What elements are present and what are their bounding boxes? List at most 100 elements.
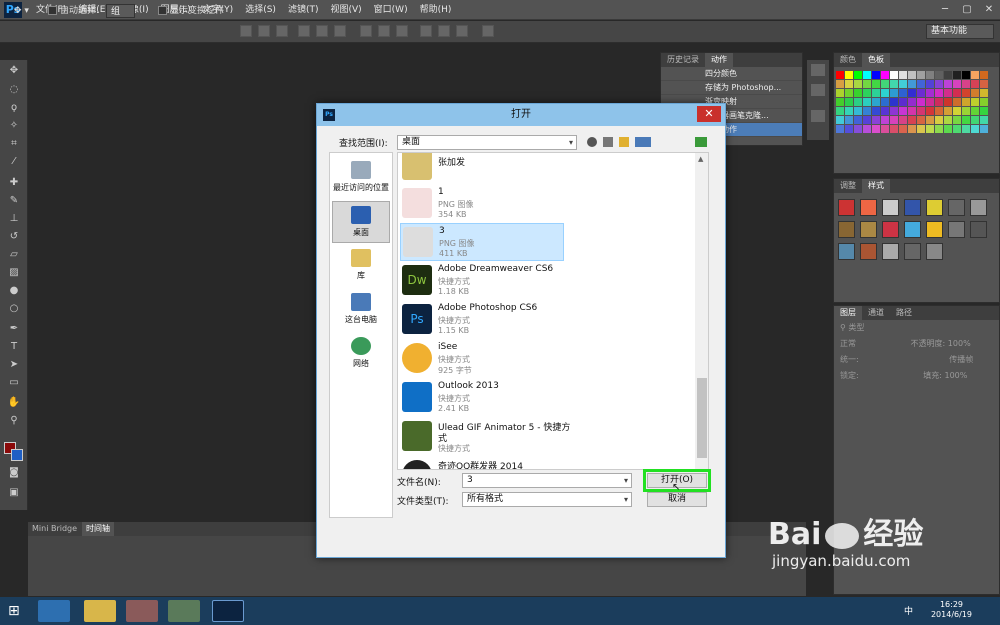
swatch[interactable] bbox=[872, 125, 880, 133]
swatch[interactable] bbox=[944, 80, 952, 88]
look-in-dropdown[interactable]: 桌面 ▾ bbox=[397, 135, 577, 150]
swatch[interactable] bbox=[863, 125, 871, 133]
style-swatch[interactable] bbox=[882, 199, 899, 216]
menu-help[interactable]: 帮助(H) bbox=[414, 0, 458, 20]
tab-actions[interactable]: 动作 bbox=[705, 53, 733, 67]
style-swatch[interactable] bbox=[904, 243, 921, 260]
swatch[interactable] bbox=[962, 71, 970, 79]
ie-taskbar-icon[interactable] bbox=[38, 600, 70, 622]
swatch[interactable] bbox=[926, 80, 934, 88]
swatch[interactable] bbox=[881, 89, 889, 97]
quick-select-tool-icon[interactable]: ✧ bbox=[6, 119, 22, 133]
file-row[interactable]: Dw Adobe Dreamweaver CS6 快捷方式 1.18 KB bbox=[400, 262, 564, 300]
swatch[interactable] bbox=[899, 116, 907, 124]
swatch[interactable] bbox=[890, 125, 898, 133]
swatch[interactable] bbox=[863, 71, 871, 79]
style-swatch[interactable] bbox=[926, 243, 943, 260]
swatch[interactable] bbox=[935, 89, 943, 97]
swatch[interactable] bbox=[908, 107, 916, 115]
swatch[interactable] bbox=[917, 125, 925, 133]
align-center-icon[interactable] bbox=[316, 25, 328, 37]
minimize-button[interactable]: ─ bbox=[934, 0, 956, 20]
swatch[interactable] bbox=[944, 116, 952, 124]
auto-select-option[interactable]: 自动选择: bbox=[48, 4, 99, 18]
swatch[interactable] bbox=[980, 107, 988, 115]
swatch[interactable] bbox=[944, 98, 952, 106]
swatch[interactable] bbox=[863, 107, 871, 115]
swatch[interactable] bbox=[845, 107, 853, 115]
dialog-close-button[interactable]: ✕ bbox=[697, 106, 721, 122]
swatch[interactable] bbox=[890, 89, 898, 97]
menu-filter[interactable]: 滤镜(T) bbox=[282, 0, 325, 20]
swatch[interactable] bbox=[926, 71, 934, 79]
swatch[interactable] bbox=[953, 125, 961, 133]
swatch[interactable] bbox=[962, 80, 970, 88]
lasso-tool-icon[interactable]: ϙ bbox=[6, 101, 22, 115]
recorder-taskbar-icon[interactable] bbox=[168, 600, 200, 622]
swatch[interactable] bbox=[863, 116, 871, 124]
swatch[interactable] bbox=[944, 125, 952, 133]
swatch-grid[interactable] bbox=[836, 71, 999, 133]
swatch[interactable] bbox=[836, 98, 844, 106]
swatch[interactable] bbox=[854, 125, 862, 133]
swatch[interactable] bbox=[971, 116, 979, 124]
auto-select-dropdown[interactable]: 组 bbox=[106, 4, 136, 18]
tab-mini-bridge[interactable]: Mini Bridge bbox=[32, 522, 77, 536]
swatch[interactable] bbox=[935, 80, 943, 88]
tab-adjustments[interactable]: 调整 bbox=[834, 179, 862, 193]
screen-mode-icon[interactable]: ▣ bbox=[6, 486, 22, 500]
file-row[interactable]: Ps Adobe Photoshop CS6 快捷方式 1.15 KB bbox=[400, 301, 564, 339]
swatch[interactable] bbox=[881, 125, 889, 133]
swatch[interactable] bbox=[926, 125, 934, 133]
swatch[interactable] bbox=[935, 116, 943, 124]
brush-tool-icon[interactable]: ✎ bbox=[6, 194, 22, 208]
opacity-field[interactable]: 100% bbox=[948, 339, 971, 348]
style-swatch[interactable] bbox=[970, 199, 987, 216]
swatch[interactable] bbox=[953, 71, 961, 79]
hand-tool-icon[interactable]: ✋ bbox=[6, 396, 22, 410]
swatch[interactable] bbox=[908, 80, 916, 88]
scroll-up-icon[interactable]: ▲ bbox=[698, 155, 703, 163]
photoshop-taskbar-icon[interactable] bbox=[212, 600, 244, 622]
action-item[interactable]: 存储为 Photoshop... bbox=[661, 81, 802, 95]
align-middle-icon[interactable] bbox=[258, 25, 270, 37]
swatch[interactable] bbox=[872, 71, 880, 79]
history-brush-tool-icon[interactable]: ↺ bbox=[6, 230, 22, 244]
show-transform-checkbox[interactable] bbox=[158, 6, 167, 15]
file-row[interactable]: iSee 快捷方式 925 字节 bbox=[400, 340, 564, 378]
style-swatch[interactable] bbox=[860, 243, 877, 260]
style-swatch[interactable] bbox=[948, 221, 965, 238]
swatch[interactable] bbox=[926, 98, 934, 106]
swatch[interactable] bbox=[890, 116, 898, 124]
swatch[interactable] bbox=[935, 71, 943, 79]
swatch[interactable] bbox=[890, 71, 898, 79]
file-row[interactable]: Ulead GIF Animator 5 - 快捷方 式 快捷方式 bbox=[400, 418, 570, 462]
fill-field[interactable]: 100% bbox=[945, 371, 968, 380]
swatch[interactable] bbox=[917, 80, 925, 88]
place-desktop[interactable]: 桌面 bbox=[332, 201, 390, 243]
cancel-button[interactable]: 取消 bbox=[647, 492, 707, 507]
swatch[interactable] bbox=[917, 71, 925, 79]
align-bottom-icon[interactable] bbox=[276, 25, 288, 37]
swatch[interactable] bbox=[944, 71, 952, 79]
up-folder-icon[interactable] bbox=[603, 137, 613, 147]
swatch[interactable] bbox=[971, 89, 979, 97]
swatch[interactable] bbox=[845, 125, 853, 133]
swatch[interactable] bbox=[917, 98, 925, 106]
move-tool-icon[interactable]: ✥ bbox=[6, 64, 22, 78]
swatch[interactable] bbox=[899, 107, 907, 115]
scrollbar-thumb[interactable] bbox=[697, 378, 707, 458]
tab-channels[interactable]: 通道 bbox=[862, 306, 890, 320]
swatch[interactable] bbox=[917, 89, 925, 97]
swatch[interactable] bbox=[971, 71, 979, 79]
file-row[interactable]: 张加发 bbox=[400, 153, 564, 185]
workspace-switcher[interactable]: 基本功能 bbox=[926, 24, 994, 39]
swatch[interactable] bbox=[881, 116, 889, 124]
swatch[interactable] bbox=[953, 98, 961, 106]
ime-indicator[interactable]: 中 bbox=[904, 604, 913, 617]
swatch[interactable] bbox=[836, 71, 844, 79]
swatch[interactable] bbox=[908, 89, 916, 97]
align-right-icon[interactable] bbox=[334, 25, 346, 37]
swatch[interactable] bbox=[872, 80, 880, 88]
swatch[interactable] bbox=[836, 125, 844, 133]
